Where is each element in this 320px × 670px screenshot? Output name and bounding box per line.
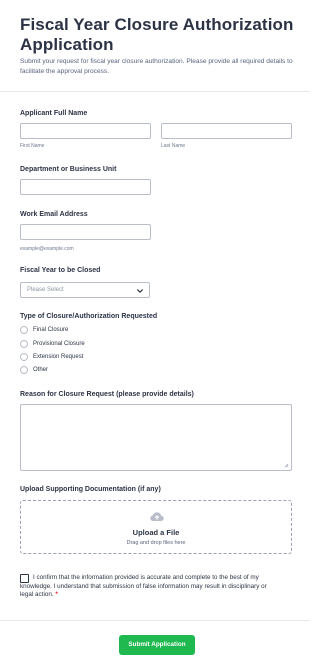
submit-button[interactable]: Submit Application <box>119 635 195 655</box>
upload-title: Upload a File <box>132 528 180 537</box>
page-subtitle: Submit your request for fiscal year clos… <box>20 58 293 75</box>
fiscal-year-label: Fiscal Year to be Closed <box>20 267 101 274</box>
radio-option-final-closure[interactable]: Final Closure <box>20 325 68 334</box>
required-asterisk: * <box>55 591 58 599</box>
closure-type-label: Type of Closure/Authorization Requested <box>20 313 158 320</box>
radio-button[interactable] <box>20 365 28 374</box>
consent-text: I confirm that the information provided … <box>20 574 270 600</box>
radio-option-extension-request[interactable]: Extension Request <box>20 352 83 361</box>
resize-handle-icon[interactable] <box>284 463 289 468</box>
last-name-sublabel: Last Name <box>161 143 186 149</box>
radio-button[interactable] <box>20 339 28 348</box>
file-upload-dropzone[interactable]: Upload a File Drag and drop files here <box>20 500 292 554</box>
radio-label: Final Closure <box>33 326 69 333</box>
footer-divider <box>0 620 310 621</box>
email-sublabel: example@example.com <box>20 246 74 252</box>
page-title: Fiscal Year Closure Authorization Applic… <box>20 15 294 54</box>
fiscal-year-select[interactable]: Please Select <box>20 282 150 298</box>
first-name-input[interactable] <box>20 123 151 139</box>
upload-label: Upload Supporting Documentation (if any) <box>20 486 161 493</box>
radio-label: Provisional Closure <box>33 340 85 347</box>
radio-label: Other <box>33 366 49 373</box>
reason-textarea[interactable] <box>20 404 292 471</box>
email-input[interactable] <box>20 224 151 240</box>
applicant-name-label: Applicant Full Name <box>20 110 88 117</box>
chevron-down-icon <box>137 289 143 293</box>
radio-option-other[interactable]: Other <box>20 365 48 374</box>
form-header: Fiscal Year Closure Authorization Applic… <box>0 0 310 92</box>
email-label: Work Email Address <box>20 211 88 218</box>
last-name-input[interactable] <box>161 123 292 139</box>
radio-button[interactable] <box>20 325 28 334</box>
radio-button[interactable] <box>20 352 28 361</box>
radio-option-provisional-closure[interactable]: Provisional Closure <box>20 339 85 348</box>
upload-subtitle: Drag and drop files here <box>126 540 186 546</box>
radio-label: Extension Request <box>33 353 84 360</box>
cloud-upload-icon <box>150 512 164 521</box>
department-label: Department or Business Unit <box>20 166 117 173</box>
fiscal-year-selected-value: Please Select <box>27 287 64 293</box>
reason-label: Reason for Closure Request (please provi… <box>20 391 194 398</box>
department-input[interactable] <box>20 179 151 195</box>
first-name-sublabel: First Name <box>20 143 45 149</box>
